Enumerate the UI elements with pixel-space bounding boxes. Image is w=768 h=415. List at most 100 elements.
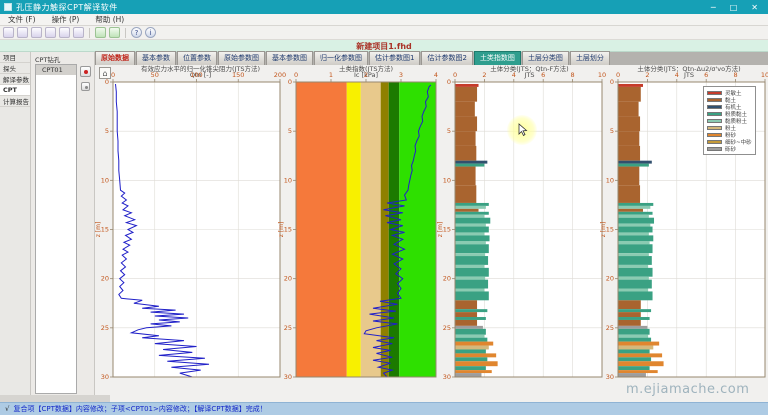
svg-text:0: 0 [288,78,292,86]
svg-text:4: 4 [512,71,516,79]
panel-footer [0,395,110,402]
about-icon[interactable]: i [145,27,156,38]
svg-text:0: 0 [616,71,620,79]
svg-text:2: 2 [482,71,486,79]
svg-text:0: 0 [447,78,451,86]
borehole-record-button[interactable] [80,66,91,77]
chart2-plot[interactable]: 01234051015202530z [m] [296,82,436,377]
app-icon [4,3,12,11]
svg-text:30: 30 [284,373,292,381]
status-bar: √ 复合项【CPT数据】内容修改；子项<CPT01>内容修改；【解译CPT数据】… [0,402,768,415]
menu-bar: 文件 (F) 操作 (P) 帮助 (H) [0,14,768,26]
save-as-icon[interactable] [45,27,56,38]
svg-text:0: 0 [111,71,115,79]
svg-text:6: 6 [704,71,708,79]
svg-text:10: 10 [761,71,768,79]
svg-text:z [m]: z [m] [278,222,285,238]
svg-text:200: 200 [274,71,286,79]
svg-text:10: 10 [101,176,109,184]
legend-swatch-icon [707,126,722,130]
new-file-icon[interactable] [3,27,14,38]
borehole-secondary-button[interactable] [81,82,90,91]
legend-swatch-icon [707,147,722,151]
mouse-cursor-icon [518,123,528,137]
svg-text:20: 20 [284,275,292,283]
svg-text:8: 8 [734,71,738,79]
title-bar: 孔压静力触探CPT解译软件 ─ □ ✕ [0,0,768,14]
toolbar-separator [89,28,90,38]
svg-text:5: 5 [288,127,292,135]
svg-text:5: 5 [610,127,614,135]
close-icon[interactable]: ✕ [751,3,758,12]
minimize-icon[interactable]: ─ [711,3,716,12]
legend-swatch-icon [707,119,722,123]
borehole-panel: CPT钻孔 CPT01 [31,52,95,402]
sidebar-item-3[interactable]: 解译参数 [0,74,30,85]
export-icon[interactable] [73,27,84,38]
record-dot-icon [84,70,88,74]
save-icon[interactable] [31,27,42,38]
small-dot-icon [85,86,88,89]
menu-file[interactable]: 文件 (F) [0,14,44,25]
svg-text:10: 10 [598,71,606,79]
svg-text:0: 0 [294,71,298,79]
sidebar-item-4[interactable]: CPT [0,85,30,96]
sidebar-item-1[interactable]: 项目 [0,52,30,63]
svg-text:150: 150 [232,71,244,79]
watermark: m.ejiamache.com [626,382,749,397]
legend-swatch-icon [707,91,722,95]
borehole-list-item[interactable]: CPT01 [36,65,76,75]
help-icon[interactable]: ? [131,27,142,38]
svg-text:5: 5 [447,127,451,135]
menu-operation[interactable]: 操作 (P) [44,14,88,25]
svg-text:10: 10 [284,176,292,184]
svg-text:25: 25 [443,324,451,332]
legend-swatch-icon [707,112,722,116]
svg-text:0: 0 [610,78,614,86]
soil-legend: 灵敏土黏土有机土粉质黏土黏质粉土粉土粉砂细砂~中砂砾砂 [703,86,756,155]
open-file-icon[interactable] [17,27,28,38]
svg-text:25: 25 [606,324,614,332]
window-title: 孔压静力触探CPT解译软件 [16,2,711,13]
legend-swatch-icon [707,105,722,109]
svg-text:0: 0 [105,78,109,86]
sidebar: 项目探头解译参数CPT计算报告 [0,52,31,402]
svg-text:20: 20 [606,275,614,283]
svg-text:30: 30 [606,373,614,381]
svg-text:4: 4 [675,71,679,79]
chart-area: ⌂ 有效应力水平的归一化锥尖阻力(JTS方法) Qtn [-] 土类指数(JTS… [95,65,768,402]
chart1-plot[interactable]: 050100150200051015202530z [m] [113,82,280,377]
svg-text:0: 0 [453,71,457,79]
legend-swatch-icon [707,98,722,102]
report-icon[interactable] [109,27,120,38]
svg-text:5: 5 [105,127,109,135]
svg-text:10: 10 [443,176,451,184]
svg-text:10: 10 [606,176,614,184]
svg-text:2: 2 [645,71,649,79]
menu-help[interactable]: 帮助 (H) [87,14,132,25]
chart3-xlabel: JTS [447,71,612,79]
svg-text:z [m]: z [m] [437,222,444,238]
svg-text:30: 30 [101,373,109,381]
import-icon[interactable] [59,27,70,38]
sidebar-item-2[interactable]: 探头 [0,63,30,74]
legend-row: 砾砂 [707,145,752,152]
calculate-icon[interactable] [95,27,106,38]
legend-label: 砾砂 [725,145,736,153]
chart4-xlabel: JTS [610,71,768,79]
toolbar: ?i [0,26,768,40]
status-check-icon: √ [5,405,9,413]
app-window: 孔压静力触探CPT解译软件 ─ □ ✕ 文件 (F) 操作 (P) 帮助 (H)… [0,0,768,415]
maximize-icon[interactable]: □ [730,3,738,12]
svg-text:50: 50 [151,71,159,79]
svg-text:z [m]: z [m] [95,222,102,238]
svg-text:2: 2 [364,71,368,79]
borehole-list[interactable]: CPT01 [35,64,77,394]
sidebar-item-5[interactable]: 计算报告 [0,96,30,107]
legend-swatch-icon [707,140,722,144]
svg-text:30: 30 [443,373,451,381]
legend-swatch-icon [707,133,722,137]
svg-text:20: 20 [101,275,109,283]
svg-text:20: 20 [443,275,451,283]
svg-text:3: 3 [399,71,403,79]
